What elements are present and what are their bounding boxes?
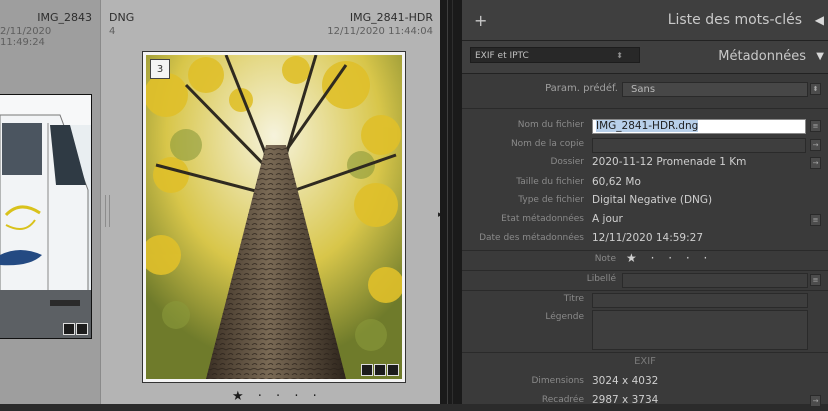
van-photo-image [0,95,91,338]
file-size-value: 60,62 Mo [592,176,641,188]
collapse-left-icon[interactable]: ◀ [815,13,824,27]
comment-badge-icon[interactable] [63,323,75,335]
resize-grip[interactable] [105,195,110,227]
metadata-panel-header[interactable]: EXIF et IPTC ⬍ Métadonnées ▼ [462,41,828,73]
metadata-date-label: Date des métadonnées [479,233,584,243]
thumbnail-badges [361,364,399,376]
cropped-value: 2987 x 3734 [592,394,659,406]
metadata-view-value: EXIF et IPTC [475,51,529,61]
color-label-input[interactable] [622,273,808,288]
comment-badge-icon[interactable] [361,364,373,376]
divider [462,270,828,271]
copy-name-input[interactable] [592,138,806,153]
cropped-arrow-icon[interactable]: → [810,395,821,407]
keywords-title: Liste des mots-clés [667,12,802,28]
grid-cell-img-2841-hdr[interactable]: DNG 4 IMG_2841-HDR 12/11/2020 11:44:04 3 [101,0,440,404]
divider [462,108,828,109]
filename-input[interactable]: IMG_2841-HDR.dng [592,119,806,134]
caption-label: Légende [545,312,584,322]
metadata-date-row: Date des métadonnées 12/11/2020 14:59:27 [462,231,828,249]
thumbnail-frame[interactable]: 3 [142,51,406,383]
color-label-row: Libellé ≡ [462,272,828,290]
divider [462,73,828,74]
filename-action-icon[interactable]: ≡ [810,120,821,132]
edit-badge-icon[interactable] [76,323,88,335]
metadata-status-icon[interactable]: ≡ [810,214,821,226]
cropped-row: Recadrée 2987 x 3734 → [462,393,828,411]
tree-photo-thumbnail: 3 [146,55,402,379]
cell-filename: IMG_2841-HDR [349,11,433,24]
dimensions-value: 3024 x 4032 [592,375,659,387]
right-panel: + Liste des mots-clés ◀ EXIF et IPTC ⬍ M… [462,0,828,407]
library-grid: IMG_2843 2/11/2020 11:49:24 DNG 4 IMG_28… [0,0,443,404]
folder-row: Dossier 2020-11-12 Promenade 1 Km → [462,155,828,173]
filename-row: Nom du fichier IMG_2841-HDR.dng ≡ [462,118,828,136]
caption-row: Légende [462,310,828,352]
cell-date: 12/11/2020 11:44:04 [327,26,433,37]
updown-icon: ⬍ [616,51,623,60]
collection-badge-icon[interactable] [374,364,386,376]
rating-label: Note [594,254,616,264]
caption-textarea[interactable] [592,310,808,350]
file-type-value: Digital Negative (DNG) [592,194,713,206]
filename-value: IMG_2841-HDR.dng [596,120,699,132]
preset-value: Sans [631,84,656,95]
folder-label: Dossier [550,157,584,167]
rating-row: Note ★ · · · · [462,251,828,270]
metadata-title: Métadonnées [718,49,806,64]
panel-divider[interactable] [440,0,462,404]
cell-stack-count: 4 [109,26,116,37]
thumbnail-van[interactable] [0,94,92,339]
stack-badge[interactable]: 3 [150,59,170,79]
star-rating[interactable]: ★ · · · · [232,389,322,404]
filename-label: Nom du fichier [517,120,584,130]
keywords-panel-header[interactable]: + Liste des mots-clés ◀ [462,0,828,40]
metadata-date-value: 12/11/2020 14:59:27 [592,232,704,244]
cell-filename: IMG_2843 [37,11,92,24]
preset-label: Param. prédéf. [545,83,618,94]
file-size-label: Taille du fichier [516,177,584,187]
folder-value: 2020-11-12 Promenade 1 Km [592,156,747,168]
title-row: Titre [462,292,828,310]
color-label-menu-icon[interactable]: ≡ [810,274,821,286]
title-label: Titre [563,294,584,304]
exif-section-title: EXIF [634,356,656,367]
file-size-row: Taille du fichier 60,62 Mo [462,175,828,193]
file-type-label: Type de fichier [518,195,584,205]
divider [462,352,828,353]
plus-icon[interactable]: + [474,11,487,30]
color-label-label: Libellé [586,274,616,284]
dimensions-label: Dimensions [531,376,584,386]
folder-arrow-icon[interactable]: → [810,157,821,169]
tree-photo-image [146,55,402,379]
rating-stars[interactable]: ★ · · · · [626,251,712,265]
metadata-status-row: Etat métadonnées A jour ≡ [462,212,828,230]
preset-stepper-icon[interactable]: ⬍ [810,83,821,95]
dimensions-row: Dimensions 3024 x 4032 [462,374,828,392]
thumbnail-badges [63,323,88,335]
copy-name-label: Nom de la copie [510,139,584,149]
metadata-status-label: Etat métadonnées [501,214,584,224]
grid-cell-img-2843[interactable]: IMG_2843 2/11/2020 11:49:24 [0,0,100,404]
copy-name-arrow-icon[interactable]: → [810,139,821,151]
collapse-down-icon[interactable]: ▼ [816,51,824,62]
metadata-view-select[interactable]: EXIF et IPTC ⬍ [470,47,640,63]
preset-select[interactable]: Sans [622,82,808,97]
divider [462,290,828,291]
copy-name-row: Nom de la copie → [462,137,828,155]
title-input[interactable] [592,293,808,308]
cell-date: 2/11/2020 11:49:24 [0,26,52,48]
file-type-row: Type de fichier Digital Negative (DNG) [462,193,828,211]
metadata-status-value: A jour [592,213,623,225]
preset-row: Param. prédéf. Sans ⬍ [462,81,828,99]
cell-extension: DNG [109,11,135,24]
edit-badge-icon[interactable] [387,364,399,376]
